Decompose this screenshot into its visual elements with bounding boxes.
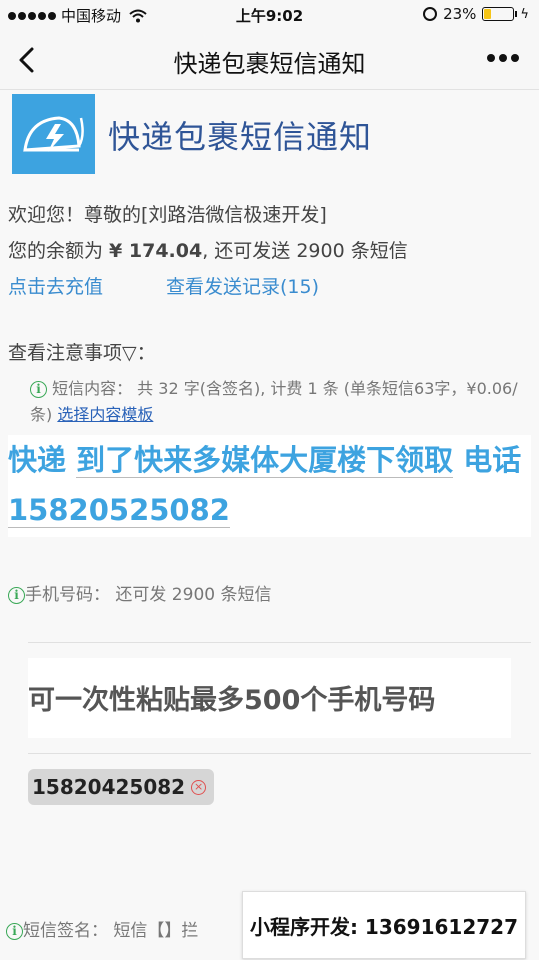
balance-line: 您的余额为 ¥ 174.04, 还可发送 2900 条短信 (8, 236, 408, 263)
phone-paste-input[interactable]: 可一次性粘贴最多500个手机号码 (28, 658, 511, 738)
battery-icon (482, 7, 518, 21)
welcome-text: 欢迎您！尊敬的[刘路浩微信极速开发] (8, 204, 327, 226)
nav-bar: 快递包裹短信通知 (0, 30, 539, 90)
sms-content-editor[interactable]: 快递 到了快来多媒体大厦楼下领取 电话 15820525082 (8, 435, 531, 537)
divider (28, 753, 531, 754)
app-logo (12, 94, 95, 174)
charging-bolt-icon: ϟ (520, 6, 529, 22)
sms-fill-field[interactable]: 到了快来多媒体大厦楼下领取 (76, 443, 454, 478)
app-name: 快递包裹短信通知 (108, 118, 373, 156)
rotation-lock-icon (423, 7, 438, 21)
envelope-bolt-icon (22, 116, 84, 152)
battery-level-fill (484, 9, 491, 19)
sms-info: i 短信内容： 共 32 字(含签名), 计费 1 条 (单条短信63字，¥0.… (8, 376, 528, 428)
divider (28, 642, 531, 643)
info-icon: i (6, 922, 23, 940)
remove-circle-icon[interactable]: × (191, 779, 207, 795)
template-select-link[interactable]: 选择内容模板 (57, 405, 153, 424)
main-content: 快递包裹短信通知 欢迎您！尊敬的[刘路浩微信极速开发] 您的余额为 ¥ 174.… (0, 90, 539, 960)
phone-label: i 手机号码： 还可发 2900 条短信 (8, 580, 271, 605)
sms-static-text: 快递 (8, 443, 67, 477)
signature-label-text: 短信签名： 短信【】拦 (23, 921, 199, 941)
battery-percent: 23% (443, 5, 477, 23)
paste-placeholder: 可一次性粘贴最多500个手机号码 (28, 685, 436, 716)
more-options-icon[interactable] (487, 54, 519, 62)
status-bar: 中国移动 上午9:02 23% ϟ (0, 0, 539, 30)
send-history-link[interactable]: 查看发送记录(15) (166, 276, 319, 298)
page-title: 快递包裹短信通知 (173, 50, 366, 78)
balance-suffix: , 还可发送 2900 条短信 (202, 240, 408, 262)
balance-amount: ¥ 174.04 (109, 240, 203, 262)
sms-phone-field[interactable]: 15820525082 (8, 493, 230, 528)
phone-chip-number: 15820425082 (32, 775, 186, 799)
info-icon: i (8, 586, 25, 604)
phone-chip[interactable]: 15820425082 × (28, 769, 215, 805)
balance-prefix: 您的余额为 (8, 240, 110, 262)
sms-static-text: 电话 (463, 443, 522, 477)
signature-label: i 短信签名： 短信【】拦 (6, 916, 198, 941)
phone-label-text: 手机号码： 还可发 2900 条短信 (25, 585, 272, 605)
account-links: 点击去充值 查看发送记录(15) (8, 272, 319, 299)
info-icon: i (30, 381, 47, 398)
notice-toggle[interactable]: 查看注意事项▽： (8, 338, 156, 365)
recharge-link[interactable]: 点击去充值 (8, 272, 166, 299)
watermark-banner: 小程序开发: 13691612727 (242, 891, 526, 959)
